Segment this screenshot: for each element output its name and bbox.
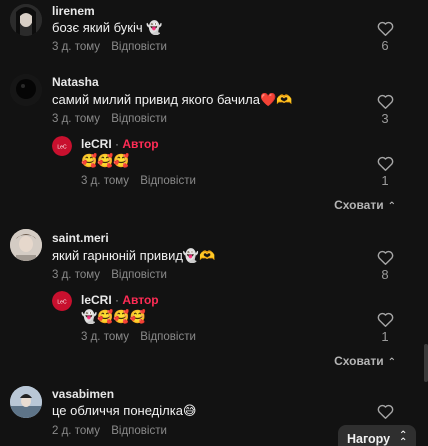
like-count: 6 [381,38,389,53]
heart-outline-icon [377,156,393,171]
reply-button[interactable]: Відповісти [111,425,167,437]
back-to-top-button[interactable]: Нагору ⌃ ⌃ [338,425,416,446]
like-count: 8 [381,267,389,282]
username[interactable]: Natasha [52,75,99,89]
like-button[interactable]: 6 [376,21,394,53]
like-count: 1 [381,329,389,344]
like-button[interactable]: 1 [376,312,394,344]
hide-replies-button[interactable]: Сховати ⌃ [334,354,396,368]
separator: · [115,137,120,151]
svg-text:LeC: LeC [57,300,67,306]
back-to-top-label: Нагору [347,432,391,446]
avatar[interactable] [10,4,42,36]
author-avatar[interactable]: LeC [52,291,72,311]
chevron-up-icon: ⌃ [387,357,396,368]
separator: · [115,293,120,307]
reply-button[interactable]: Відповісти [111,269,167,281]
author-badge: Автор [122,137,159,151]
heart-outline-icon [377,250,393,265]
timestamp: 3 д. тому [52,113,101,125]
reply-meta: 3 д. тому Відповісти [81,175,196,187]
comment-text: бозє який букіч 👻 [52,20,163,35]
timestamp: 3 д. тому [52,41,101,53]
heart-outline-icon [377,312,393,327]
comment-meta: 3 д. тому Відповісти [52,269,167,281]
reply-button[interactable]: Відповісти [140,175,196,187]
username[interactable]: saint.meri [52,231,109,245]
heart-outline-icon [377,94,393,109]
like-count: 3 [381,111,389,126]
reply-meta: 3 д. тому Відповісти [81,331,196,343]
author-avatar[interactable]: LeC [52,136,72,156]
reply-button[interactable]: Відповісти [111,41,167,53]
comment-text: самий милий привид якого бачила❤️🫶 [52,92,293,107]
like-button[interactable] [376,404,394,419]
username[interactable]: vasabimen [52,387,114,401]
comment-meta: 3 д. тому Відповісти [52,113,167,125]
heart-outline-icon [377,21,393,36]
author-badge: Автор [122,293,159,307]
like-count: 1 [381,173,389,188]
avatar[interactable] [10,74,42,106]
reply-username: leCRI · Автор [81,293,159,307]
username[interactable]: leCRI [81,137,112,151]
like-button[interactable]: 8 [376,250,394,282]
double-chevron-up-icon: ⌃ ⌃ [399,430,408,446]
reply-button[interactable]: Відповісти [140,331,196,343]
comment-meta: 3 д. тому Відповісти [52,41,167,53]
username[interactable]: leCRI [81,293,112,307]
comment-meta: 2 д. тому Відповісти [52,425,167,437]
svg-text:LeC: LeC [57,145,67,151]
username[interactable]: lirenem [52,4,95,18]
scrollbar[interactable] [424,344,428,382]
timestamp: 3 д. тому [52,269,101,281]
timestamp: 3 д. тому [81,331,130,343]
reply-text: 🥰🥰🥰 [81,153,130,168]
avatar[interactable] [10,229,42,261]
timestamp: 3 д. тому [81,175,130,187]
hide-replies-label: Сховати [334,354,384,368]
like-button[interactable]: 3 [376,94,394,126]
chevron-up-icon: ⌃ [387,201,396,212]
comment-text: це обличчя понеділка😅 [52,403,197,418]
avatar[interactable] [10,386,42,418]
reply-username: leCRI · Автор [81,137,159,151]
reply-button[interactable]: Відповісти [111,113,167,125]
comment-text: який гарнюній привид👻🫶 [52,248,216,263]
hide-replies-label: Сховати [334,198,384,212]
reply-text: 👻🥰🥰🥰 [81,309,146,324]
like-button[interactable]: 1 [376,156,394,188]
timestamp: 2 д. тому [52,425,101,437]
hide-replies-button[interactable]: Сховати ⌃ [334,198,396,212]
heart-outline-icon [377,404,393,419]
